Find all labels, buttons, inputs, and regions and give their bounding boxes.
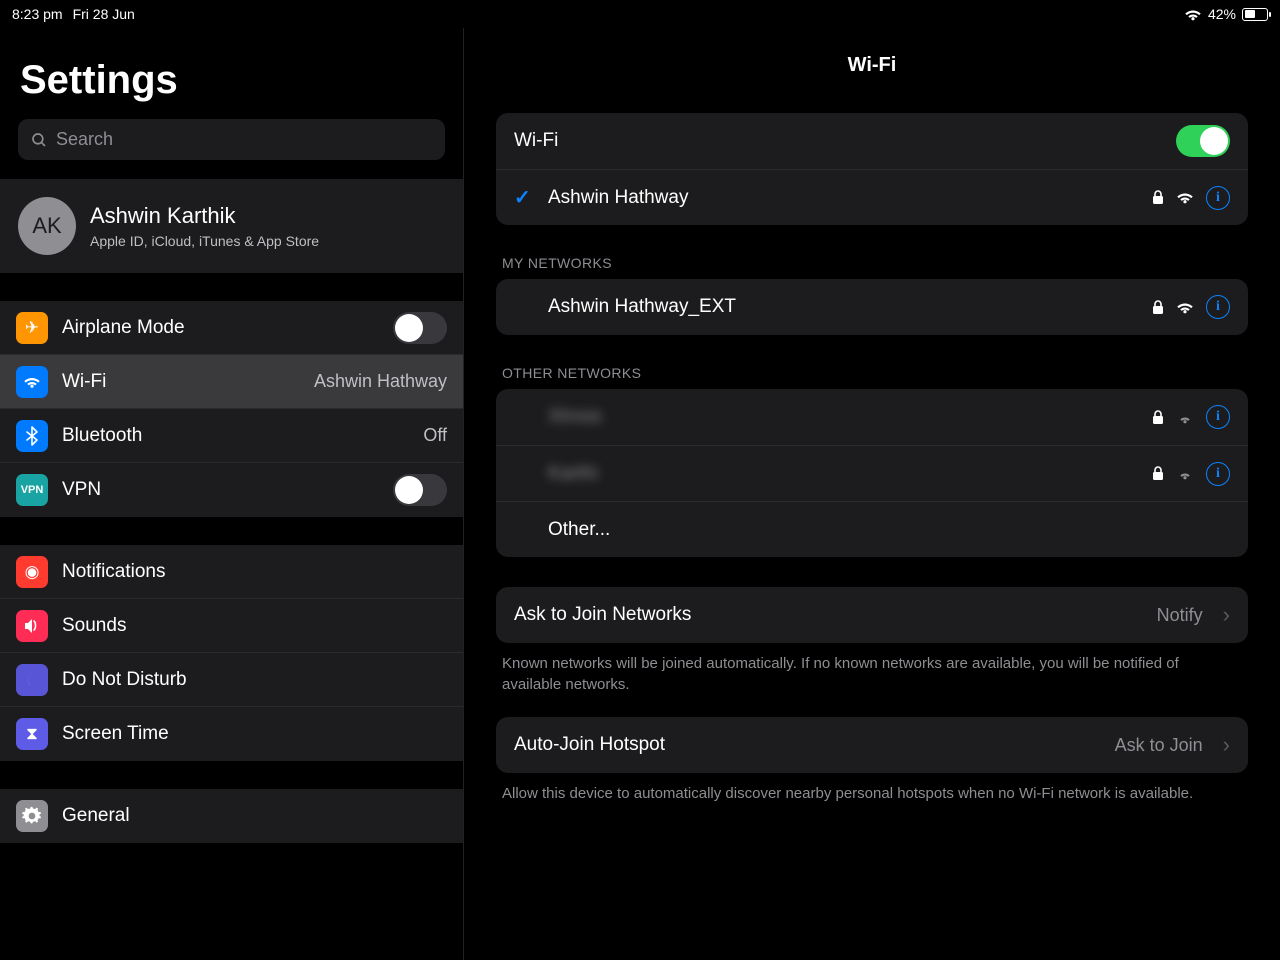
notifications-icon: ◉	[16, 556, 48, 588]
airplane-icon: ✈	[16, 312, 48, 344]
hourglass-icon: ⧗	[16, 718, 48, 750]
account-row[interactable]: AK Ashwin Karthik Apple ID, iCloud, iTun…	[0, 178, 463, 273]
search-icon	[30, 131, 48, 149]
battery-icon	[1242, 8, 1268, 21]
sidebar-item-dnd[interactable]: Do Not Disturb	[0, 653, 463, 707]
detail-title: Wi-Fi	[496, 28, 1248, 113]
settings-sidebar: Settings Search AK Ashwin Karthik Apple …	[0, 28, 464, 960]
wifi-signal-icon	[1176, 467, 1194, 480]
sidebar-item-notifications[interactable]: ◉ Notifications	[0, 545, 463, 599]
network-row[interactable]: Karthi i	[496, 445, 1248, 501]
battery-pct: 42%	[1208, 6, 1236, 22]
info-icon[interactable]: i	[1206, 295, 1230, 319]
wifi-current-value: Ashwin Hathway	[314, 371, 447, 392]
status-bar: 8:23 pm Fri 28 Jun 42%	[0, 0, 1280, 28]
wifi-toggle[interactable]	[1176, 125, 1230, 157]
sidebar-item-bluetooth[interactable]: Bluetooth Off	[0, 409, 463, 463]
airplane-toggle[interactable]	[393, 312, 447, 344]
status-date: Fri 28 Jun	[73, 6, 135, 22]
sidebar-item-vpn[interactable]: VPN VPN	[0, 463, 463, 517]
check-icon: ✓	[514, 185, 534, 210]
wifi-detail-pane: Wi-Fi Wi-Fi ✓ Ashwin Hathway i	[464, 28, 1280, 960]
wifi-icon	[16, 366, 48, 398]
avatar: AK	[18, 197, 76, 255]
vpn-toggle[interactable]	[393, 474, 447, 506]
auto-join-hotspot-note: Allow this device to automatically disco…	[496, 773, 1248, 804]
info-icon[interactable]: i	[1206, 462, 1230, 486]
sidebar-item-sounds[interactable]: Sounds	[0, 599, 463, 653]
page-title: Settings	[0, 28, 463, 119]
search-input[interactable]: Search	[18, 119, 445, 160]
bluetooth-icon	[16, 420, 48, 452]
wifi-signal-icon	[1176, 411, 1194, 424]
network-row[interactable]: Xtross i	[496, 389, 1248, 445]
wifi-master-row: Wi-Fi	[496, 113, 1248, 169]
status-time: 8:23 pm	[12, 6, 63, 22]
wifi-signal-icon	[1176, 191, 1194, 204]
chevron-right-icon: ›	[1223, 732, 1230, 758]
connected-network-row[interactable]: ✓ Ashwin Hathway i	[496, 169, 1248, 225]
lock-icon	[1152, 410, 1164, 425]
moon-icon	[16, 664, 48, 696]
search-placeholder: Search	[56, 129, 113, 150]
sounds-icon	[16, 610, 48, 642]
other-network-button[interactable]: Other...	[496, 501, 1248, 557]
account-name: Ashwin Karthik	[90, 203, 319, 229]
network-row[interactable]: Ashwin Hathway_EXT i	[496, 279, 1248, 335]
gear-icon	[16, 800, 48, 832]
account-subtitle: Apple ID, iCloud, iTunes & App Store	[90, 233, 319, 249]
sidebar-item-general[interactable]: General	[0, 789, 463, 843]
my-networks-header: MY NETWORKS	[496, 225, 1248, 279]
sidebar-item-airplane[interactable]: ✈ Airplane Mode	[0, 301, 463, 355]
ask-to-join-row[interactable]: Ask to Join Networks Notify ›	[496, 587, 1248, 643]
ask-to-join-note: Known networks will be joined automatica…	[496, 643, 1248, 695]
lock-icon	[1152, 190, 1164, 205]
sidebar-item-screentime[interactable]: ⧗ Screen Time	[0, 707, 463, 761]
wifi-signal-icon	[1176, 301, 1194, 314]
other-networks-header: OTHER NETWORKS	[496, 335, 1248, 389]
vpn-icon: VPN	[16, 474, 48, 506]
info-icon[interactable]: i	[1206, 405, 1230, 429]
lock-icon	[1152, 466, 1164, 481]
auto-join-hotspot-row[interactable]: Auto-Join Hotspot Ask to Join ›	[496, 717, 1248, 773]
chevron-right-icon: ›	[1223, 602, 1230, 628]
sidebar-item-wifi[interactable]: Wi-Fi Ashwin Hathway	[0, 355, 463, 409]
lock-icon	[1152, 300, 1164, 315]
info-icon[interactable]: i	[1206, 186, 1230, 210]
wifi-status-icon	[1184, 8, 1202, 21]
